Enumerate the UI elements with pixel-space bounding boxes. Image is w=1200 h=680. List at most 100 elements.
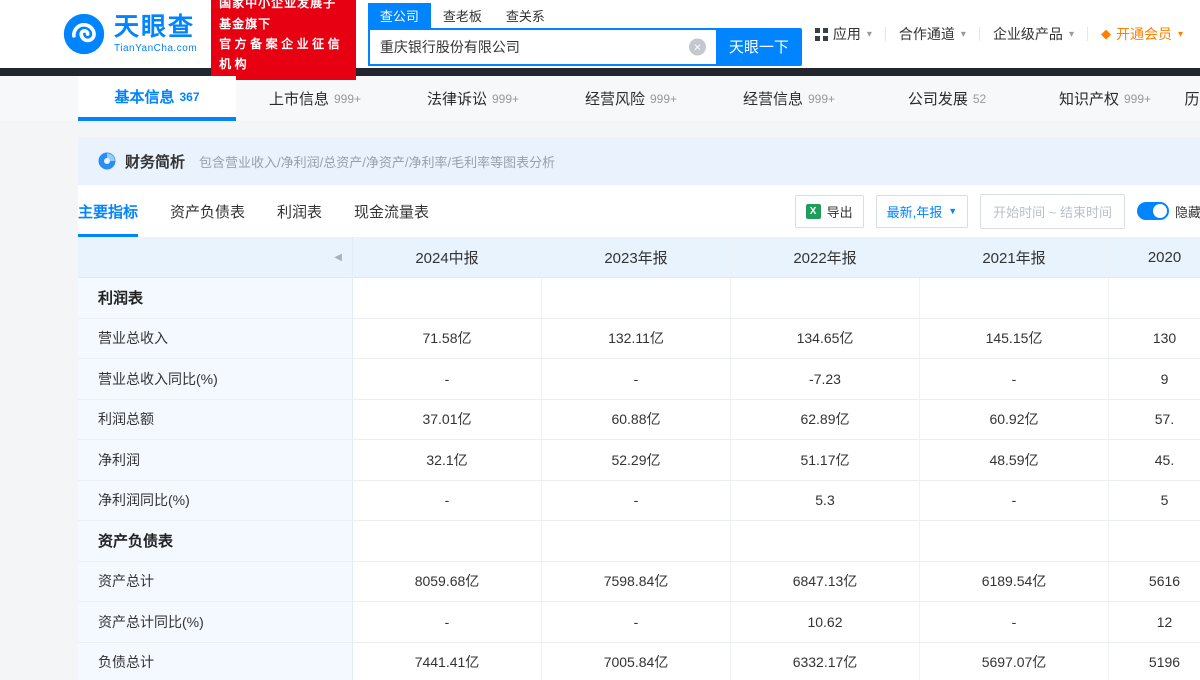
cell: -: [353, 359, 542, 399]
cell: [542, 521, 731, 561]
column-header[interactable]: 2022年报: [731, 237, 920, 277]
tab-label: 经营信息: [743, 88, 803, 109]
search-tab-boss[interactable]: 查老板: [431, 3, 494, 28]
nav-item-enterprise-products[interactable]: 企业级产品▾: [980, 24, 1087, 44]
report-filter-dropdown[interactable]: 最新,年报 ▼: [876, 195, 969, 228]
cell: -: [353, 481, 542, 521]
filter-label: 最新,年报: [887, 202, 943, 221]
table-row: 利润表: [78, 278, 1200, 319]
cell: -: [920, 602, 1109, 642]
search-area: 查公司查老板查关系 × 天眼一下: [368, 3, 802, 66]
finance-summary-banner[interactable]: 财务简析 包含营业收入/净利润/总资产/净资产/净利率/毛利率等图表分析: [78, 137, 1200, 185]
cell: 60.92亿: [920, 400, 1109, 440]
vip-diamond-icon: ◆: [1101, 26, 1111, 42]
tab-intellectual-property[interactable]: 知识产权999+: [1026, 76, 1184, 121]
table-row: 净利润同比(%)--5.3-5: [78, 481, 1200, 522]
row-label: 负债总计: [78, 643, 353, 680]
cell: [731, 278, 920, 318]
column-header[interactable]: 2021年报: [920, 237, 1109, 277]
row-label: 资产负债表: [78, 521, 353, 561]
nav-item-open-vip[interactable]: ◆开通会员▾: [1088, 24, 1196, 44]
hide-empty-toggle[interactable]: [1137, 202, 1169, 220]
cell: 5196: [1109, 643, 1200, 680]
page: 天眼查 TianYanCha.com 国家中小企业发展子基金旗下 官方备案企业征…: [0, 0, 1200, 680]
tab-label: 法律诉讼: [427, 88, 487, 109]
cell: 6189.54亿: [920, 562, 1109, 602]
badge-line2: 官方备案企业征信机构: [219, 34, 348, 75]
table-row: 资产总计同比(%)--10.62-12: [78, 602, 1200, 643]
search-button[interactable]: 天眼一下: [716, 28, 802, 66]
tab-count: 999+: [334, 92, 361, 106]
tab-history[interactable]: 历: [1184, 76, 1200, 121]
row-label: 营业总收入同比(%): [78, 359, 353, 399]
tab-basic-info[interactable]: 基本信息367: [78, 76, 236, 121]
tab-count: 367: [179, 90, 199, 104]
column-header[interactable]: 2024中报: [353, 237, 542, 277]
tab-label: 上市信息: [269, 88, 329, 109]
statement-tab-balance-sheet[interactable]: 资产负债表: [170, 185, 245, 237]
tianyancha-logo[interactable]: 天眼查 TianYanCha.com: [62, 12, 197, 56]
cell: 71.58亿: [353, 319, 542, 359]
content-card: 财务简析 包含营业收入/净利润/总资产/净资产/净利率/毛利率等图表分析 主要指…: [78, 137, 1200, 680]
row-label: 净利润: [78, 440, 353, 480]
clear-icon[interactable]: ×: [689, 38, 706, 55]
cell: 134.65亿: [731, 319, 920, 359]
search-tab-relation[interactable]: 查关系: [494, 3, 557, 28]
tab-count: 999+: [492, 92, 519, 106]
statement-tab-cash-flow[interactable]: 现金流量表: [354, 185, 429, 237]
apps-grid-icon: [815, 28, 828, 41]
toggle-label: 隐藏空: [1175, 202, 1200, 221]
nav-label: 企业级产品: [993, 24, 1063, 44]
statement-tab-key-indicators[interactable]: 主要指标: [78, 185, 138, 237]
search-bar: × 天眼一下: [368, 28, 802, 66]
logo-title: 天眼查: [114, 15, 197, 40]
chevron-down-icon: ▼: [948, 206, 957, 216]
column-header[interactable]: 2020: [1109, 237, 1200, 277]
scroll-left-icon[interactable]: ◀: [334, 252, 342, 263]
column-header-empty: ◀: [78, 237, 353, 277]
tab-listing-info[interactable]: 上市信息 999+: [236, 76, 394, 121]
toolbar-controls: X 导出 最新,年报 ▼ 开始时间 ~ 结束时间 隐藏空: [795, 194, 1200, 229]
table-header-row: ◀ 2024中报2023年报2022年报2021年报2020: [78, 237, 1200, 278]
chevron-down-icon: ▾: [1178, 29, 1183, 40]
main-tabbar: 基本信息367上市信息999+法律诉讼999+经营风险999+经营信息999+公…: [0, 76, 1200, 121]
cell: 5: [1109, 481, 1200, 521]
financial-table: ◀2024中报2023年报2022年报2021年报2020利润表营业总收入71.…: [78, 237, 1200, 680]
tab-count: 999+: [650, 92, 677, 106]
nav-item-apps[interactable]: 应用▾: [802, 24, 885, 44]
tab-label: 公司发展: [908, 88, 968, 109]
row-label: 利润总额: [78, 400, 353, 440]
cell: 62.89亿: [731, 400, 920, 440]
certification-badge: 国家中小企业发展子基金旗下 官方备案企业征信机构: [211, 0, 356, 80]
statement-tab-income-statement[interactable]: 利润表: [277, 185, 322, 237]
tab-risk[interactable]: 经营风险999+: [552, 76, 710, 121]
tab-count: 999+: [1124, 92, 1151, 106]
tab-legal[interactable]: 法律诉讼 999+: [394, 76, 552, 121]
table-row: 利润总额37.01亿60.88亿62.89亿60.92亿57.: [78, 400, 1200, 441]
search-tabs: 查公司查老板查关系: [368, 3, 802, 28]
cell: -7.23: [731, 359, 920, 399]
cell: -: [920, 481, 1109, 521]
pie-chart-icon: [98, 152, 116, 170]
cell: 6847.13亿: [731, 562, 920, 602]
tab-development[interactable]: 公司发展52: [868, 76, 1026, 121]
nav-item-cooperation[interactable]: 合作通道▾: [886, 24, 979, 44]
row-label: 资产总计: [78, 562, 353, 602]
tab-operation[interactable]: 经营信息 999+: [710, 76, 868, 121]
top-header: 天眼查 TianYanCha.com 国家中小企业发展子基金旗下 官方备案企业征…: [0, 0, 1200, 68]
tab-count: 999+: [808, 92, 835, 106]
row-label: 资产总计同比(%): [78, 602, 353, 642]
export-label: 导出: [827, 202, 853, 221]
nav-label: 合作通道: [899, 24, 955, 44]
column-header[interactable]: 2023年报: [542, 237, 731, 277]
cell: 10.62: [731, 602, 920, 642]
hide-empty-toggle-wrap: 隐藏空: [1137, 202, 1200, 221]
search-input[interactable]: [368, 28, 716, 66]
export-button[interactable]: X 导出: [795, 195, 864, 228]
tab-label: 历: [1184, 88, 1199, 109]
banner-description: 包含营业收入/净利润/总资产/净资产/净利率/毛利率等图表分析: [199, 152, 555, 171]
date-range-input[interactable]: 开始时间 ~ 结束时间: [980, 194, 1125, 229]
cell: [353, 521, 542, 561]
search-tab-company[interactable]: 查公司: [368, 3, 431, 28]
tianyancha-logo-icon: [62, 12, 106, 56]
